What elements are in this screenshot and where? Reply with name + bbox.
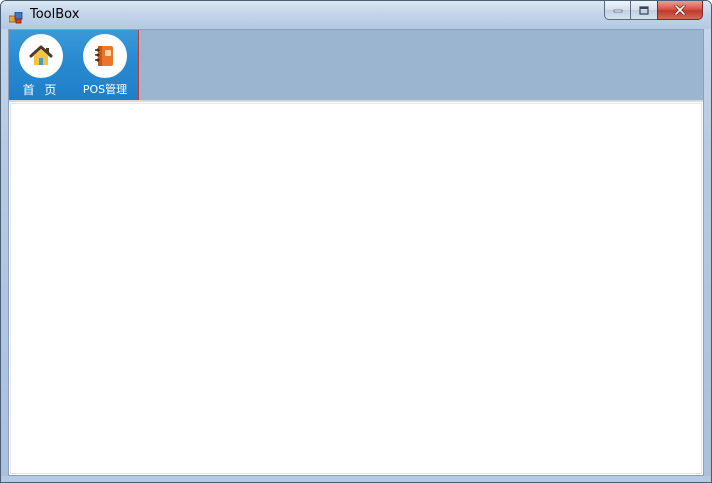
- notebook-icon: [95, 46, 113, 66]
- window-bottom-border: [1, 476, 711, 482]
- app-icon: [8, 9, 23, 24]
- minimize-button[interactable]: [604, 1, 631, 20]
- content-panel: [9, 100, 703, 475]
- client-area: 首 页 POS管理: [8, 29, 704, 476]
- main-window: ToolBox 首 页 POS管理: [0, 0, 712, 483]
- home-icon-circle: [19, 34, 63, 78]
- pos-management-button[interactable]: POS管理: [73, 30, 137, 100]
- home-icon: [29, 45, 53, 65]
- title-bar[interactable]: ToolBox: [1, 1, 711, 29]
- minimize-icon: [613, 9, 622, 13]
- toolbar-group: 首 页 POS管理: [9, 30, 139, 100]
- home-label: 首 页: [22, 83, 60, 97]
- window-title: ToolBox: [30, 7, 80, 22]
- pos-management-label: POS管理: [82, 83, 128, 96]
- content-frame: [10, 103, 702, 474]
- toolbar: 首 页 POS管理: [9, 30, 703, 100]
- pos-icon-circle: [83, 34, 127, 78]
- maximize-icon: [639, 5, 649, 15]
- home-button[interactable]: 首 页: [9, 30, 73, 100]
- maximize-button[interactable]: [630, 1, 658, 20]
- close-button[interactable]: [657, 1, 703, 20]
- close-icon: [674, 5, 686, 15]
